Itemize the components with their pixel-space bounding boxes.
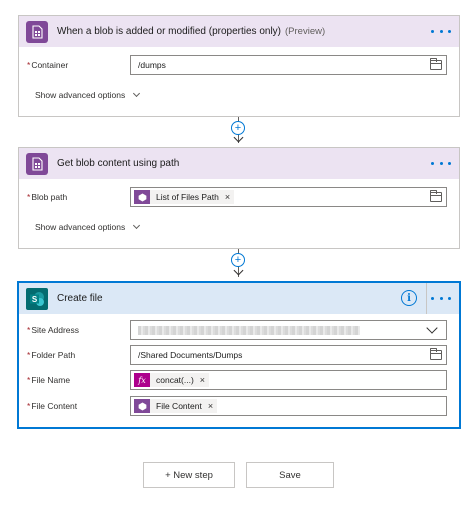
blob-path-label: *Blob path — [27, 192, 68, 202]
save-button[interactable]: Save — [246, 462, 334, 488]
folder-picker-icon[interactable] — [430, 348, 442, 360]
save-label: Save — [279, 469, 301, 481]
trigger-title-text: When a blob is added or modified (proper… — [57, 26, 282, 37]
create-file-title: Create file — [57, 293, 103, 304]
show-advanced-options-label: Show advanced options — [35, 222, 126, 232]
info-icon[interactable]: i — [401, 290, 417, 306]
site-address-dropdown[interactable] — [130, 320, 447, 340]
site-address-value-redacted — [138, 325, 360, 335]
folder-path-label: *Folder Path — [27, 350, 76, 360]
arrow-down-icon — [233, 132, 244, 143]
token-label: List of Files Path — [156, 192, 219, 202]
container-label: *Container — [27, 60, 69, 70]
site-address-label: *Site Address — [27, 325, 80, 335]
chevron-down-icon[interactable] — [426, 322, 438, 334]
sharepoint-icon: S — [26, 287, 48, 310]
folder-picker-icon[interactable] — [430, 190, 442, 202]
file-content-label: *File Content — [27, 401, 78, 411]
expression-token[interactable]: fx concat(...) × — [134, 373, 210, 387]
token-label: File Content — [156, 401, 202, 411]
container-value: /dumps — [138, 60, 166, 70]
token-label: concat(...) — [156, 375, 194, 385]
get-blob-title: Get blob content using path — [57, 158, 180, 169]
folder-path-value: /Shared Documents/Dumps — [138, 350, 243, 360]
svg-text:S: S — [32, 295, 38, 304]
azure-blob-storage-icon — [134, 190, 150, 204]
trigger-title: When a blob is added or modified (proper… — [57, 26, 325, 37]
remove-token-icon[interactable]: × — [208, 401, 213, 411]
file-name-label: *File Name — [27, 375, 71, 385]
container-row: *Container /dumps — [19, 55, 459, 75]
function-fx-icon: fx — [134, 373, 150, 387]
get-blob-card-header[interactable]: Get blob content using path — [19, 148, 459, 179]
dynamic-content-token[interactable]: List of Files Path × — [134, 190, 235, 204]
new-step-label: + New step — [165, 469, 213, 481]
arrow-down-icon — [233, 265, 244, 276]
get-blob-card: Get blob content using path *Blob path L… — [18, 147, 460, 249]
azure-blob-storage-icon — [134, 399, 150, 413]
show-advanced-options-link[interactable]: Show advanced options — [35, 89, 141, 100]
file-name-input[interactable]: fx concat(...) × — [130, 370, 447, 390]
remove-token-icon[interactable]: × — [225, 192, 230, 202]
remove-token-icon[interactable]: × — [200, 375, 205, 385]
new-step-button[interactable]: + New step — [143, 462, 235, 488]
create-file-card-header[interactable]: S Create file i — [19, 283, 459, 314]
more-options-icon[interactable] — [431, 292, 451, 304]
folder-path-input[interactable]: /Shared Documents/Dumps — [130, 345, 447, 365]
file-content-input[interactable]: File Content × — [130, 396, 447, 416]
more-options-icon[interactable] — [431, 25, 451, 37]
show-advanced-options-label: Show advanced options — [35, 90, 126, 100]
container-input[interactable]: /dumps — [130, 55, 447, 75]
create-file-card: S Create file i *Site Address *Folder Pa… — [18, 282, 460, 428]
trigger-card: When a blob is added or modified (proper… — [18, 15, 460, 117]
file-name-row: *File Name fx concat(...) × — [19, 370, 459, 390]
chevron-down-icon — [133, 89, 141, 98]
folder-path-row: *Folder Path /Shared Documents/Dumps — [19, 345, 459, 365]
header-divider — [426, 283, 427, 314]
more-options-icon[interactable] — [431, 157, 451, 169]
site-address-row: *Site Address — [19, 320, 459, 340]
folder-picker-icon[interactable] — [430, 58, 442, 70]
file-content-row: *File Content File Content × — [19, 396, 459, 416]
show-advanced-options-link[interactable]: Show advanced options — [35, 221, 141, 232]
azure-blob-storage-icon — [26, 20, 48, 43]
trigger-card-header[interactable]: When a blob is added or modified (proper… — [19, 16, 459, 47]
azure-blob-storage-icon — [26, 152, 48, 175]
preview-tag: (Preview) — [285, 26, 326, 37]
dynamic-content-token[interactable]: File Content × — [134, 399, 218, 413]
blob-path-input[interactable]: List of Files Path × — [130, 187, 447, 207]
chevron-down-icon — [133, 221, 141, 230]
blob-path-row: *Blob path List of Files Path × — [19, 187, 459, 207]
